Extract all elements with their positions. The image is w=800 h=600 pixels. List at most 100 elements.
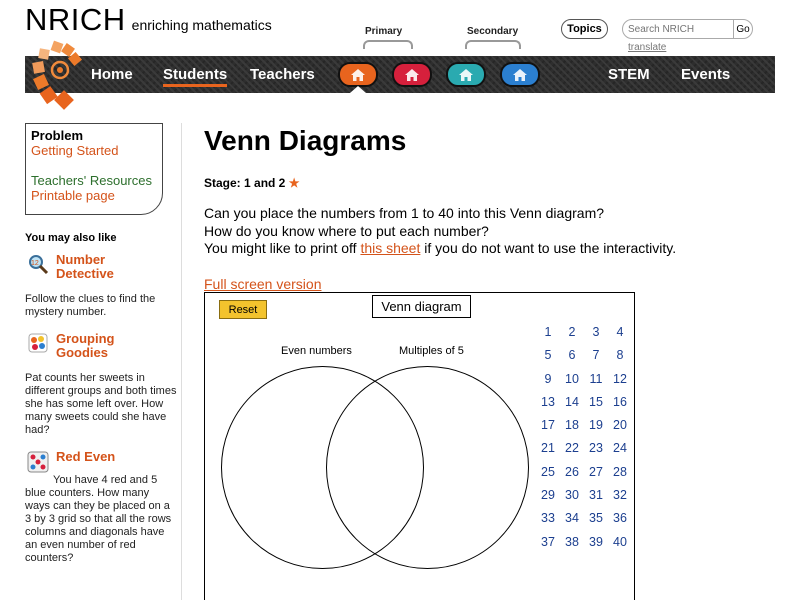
number-tile[interactable]: 2 <box>560 323 584 342</box>
home-pill-orange[interactable] <box>338 62 378 87</box>
number-tile[interactable]: 38 <box>560 533 584 552</box>
number-tile[interactable]: 25 <box>536 463 560 482</box>
nrich-logo[interactable] <box>30 40 85 112</box>
number-tile[interactable]: 16 <box>608 393 632 412</box>
nav-home[interactable]: Home <box>91 56 133 93</box>
brand[interactable]: NRICH enriching mathematics <box>25 2 272 38</box>
intro-line-1: Can you place the numbers from 1 to 40 i… <box>204 205 605 221</box>
this-sheet-link[interactable]: this sheet <box>360 240 420 256</box>
venn-circle-multiples-of-5[interactable] <box>326 366 529 569</box>
number-detective-icon[interactable]: 12 <box>27 253 49 275</box>
translate-link[interactable]: translate <box>628 42 666 53</box>
number-tile[interactable]: 4 <box>608 323 632 342</box>
number-tile[interactable]: 23 <box>584 439 608 458</box>
number-tile[interactable]: 26 <box>560 463 584 482</box>
teachers-resources-link[interactable]: Teachers' Resources <box>31 173 157 188</box>
number-tile[interactable]: 24 <box>608 439 632 458</box>
page-title: Venn Diagrams <box>204 125 407 156</box>
number-tiles: 1 2 3 4 5 6 7 8 9 10 11 12 13 14 15 16 17 18 19 20 21 22 23 24 2… <box>536 323 631 551</box>
number-tile[interactable]: 7 <box>584 346 608 365</box>
number-tile[interactable]: 36 <box>608 509 632 528</box>
printable-page-link[interactable]: Printable page <box>31 188 157 203</box>
primary-bracket <box>363 40 413 49</box>
number-tile[interactable]: 27 <box>584 463 608 482</box>
svg-text:12: 12 <box>31 260 39 267</box>
number-tile[interactable]: 21 <box>536 439 560 458</box>
number-tile[interactable]: 18 <box>560 416 584 435</box>
problem-label: Problem <box>31 128 84 143</box>
nav-events[interactable]: Events <box>681 56 730 93</box>
house-icon <box>351 68 365 81</box>
brand-tagline: enriching mathematics <box>131 17 272 33</box>
home-pill-blue[interactable] <box>500 62 540 87</box>
nav-students[interactable]: Students <box>163 56 228 93</box>
main-nav: Home Students Teachers STEM Events <box>25 56 775 93</box>
home-pill-teal[interactable] <box>446 62 486 87</box>
red-even-icon[interactable] <box>27 451 49 473</box>
number-tile[interactable]: 28 <box>608 463 632 482</box>
number-tile[interactable]: 5 <box>536 346 560 365</box>
related-desc-grouping-goodies: Pat counts her sweets in different group… <box>25 372 177 436</box>
number-tile[interactable]: 6 <box>560 346 584 365</box>
stage-label: Stage: 1 and 2 ★ <box>204 176 300 190</box>
problem-box: Problem Getting Started Teachers' Resour… <box>25 123 163 215</box>
number-tile[interactable]: 40 <box>608 533 632 552</box>
number-tile[interactable]: 9 <box>536 370 560 389</box>
number-tile[interactable]: 34 <box>560 509 584 528</box>
number-tile[interactable]: 15 <box>584 393 608 412</box>
problem-intro: Can you place the numbers from 1 to 40 i… <box>204 205 784 258</box>
house-icon <box>459 68 473 81</box>
number-tile[interactable]: 37 <box>536 533 560 552</box>
number-tile[interactable]: 19 <box>584 416 608 435</box>
number-tile[interactable]: 12 <box>608 370 632 389</box>
number-tile[interactable]: 20 <box>608 416 632 435</box>
number-tile[interactable]: 10 <box>560 370 584 389</box>
getting-started-link[interactable]: Getting Started <box>31 143 157 158</box>
nav-active-caret <box>350 86 366 93</box>
related-title-grouping-goodies[interactable]: Grouping Goodies <box>56 332 115 360</box>
home-pill-red[interactable] <box>392 62 432 87</box>
number-tile[interactable]: 22 <box>560 439 584 458</box>
brand-name: NRICH <box>25 2 126 37</box>
full-screen-link[interactable]: Full screen version <box>204 276 322 292</box>
set-label-even: Even numbers <box>281 345 352 357</box>
search-input[interactable] <box>622 19 734 39</box>
set-label-multiples-of-5: Multiples of 5 <box>399 345 464 357</box>
number-tile[interactable]: 31 <box>584 486 608 505</box>
nrich-page: NRICH enriching mathematics Primary Seco… <box>0 0 800 600</box>
secondary-bracket <box>465 40 521 49</box>
number-tile[interactable]: 32 <box>608 486 632 505</box>
topics-button[interactable]: Topics <box>561 19 608 39</box>
primary-section-label[interactable]: Primary <box>365 26 402 37</box>
venn-diagram-title: Venn diagram <box>372 295 471 318</box>
nav-teachers[interactable]: Teachers <box>250 56 315 93</box>
number-tile[interactable]: 35 <box>584 509 608 528</box>
nav-stem[interactable]: STEM <box>608 56 650 93</box>
number-tile[interactable]: 1 <box>536 323 560 342</box>
number-tile[interactable]: 17 <box>536 416 560 435</box>
intro-line-2: How do you know where to put each number… <box>204 222 489 239</box>
number-tile[interactable]: 3 <box>584 323 608 342</box>
number-tile[interactable]: 14 <box>560 393 584 412</box>
related-desc-number-detective: Follow the clues to find the mystery num… <box>25 293 156 318</box>
number-tile[interactable]: 33 <box>536 509 560 528</box>
number-tile[interactable]: 30 <box>560 486 584 505</box>
house-icon <box>513 68 527 81</box>
related-desc-red-even: You have 4 red and 5 blue counters. How … <box>25 474 172 564</box>
reset-button[interactable]: Reset <box>219 300 267 319</box>
also-like-heading: You may also like <box>25 232 117 244</box>
number-tile[interactable]: 8 <box>608 346 632 365</box>
sidebar-divider <box>181 123 182 600</box>
secondary-section-label[interactable]: Secondary <box>467 26 518 37</box>
number-tile[interactable]: 39 <box>584 533 608 552</box>
venn-interactive: Reset Venn diagram Even numbers Multiple… <box>204 292 635 600</box>
number-tile[interactable]: 29 <box>536 486 560 505</box>
grouping-goodies-icon[interactable] <box>27 332 49 354</box>
related-title-red-even[interactable]: Red Even <box>56 450 115 464</box>
house-icon <box>405 68 419 81</box>
number-tile[interactable]: 11 <box>584 370 608 389</box>
number-tile[interactable]: 13 <box>536 393 560 412</box>
search-go-button[interactable]: Go <box>733 19 753 39</box>
star-icon: ★ <box>288 176 300 190</box>
related-title-number-detective[interactable]: Number Detective <box>56 253 114 281</box>
